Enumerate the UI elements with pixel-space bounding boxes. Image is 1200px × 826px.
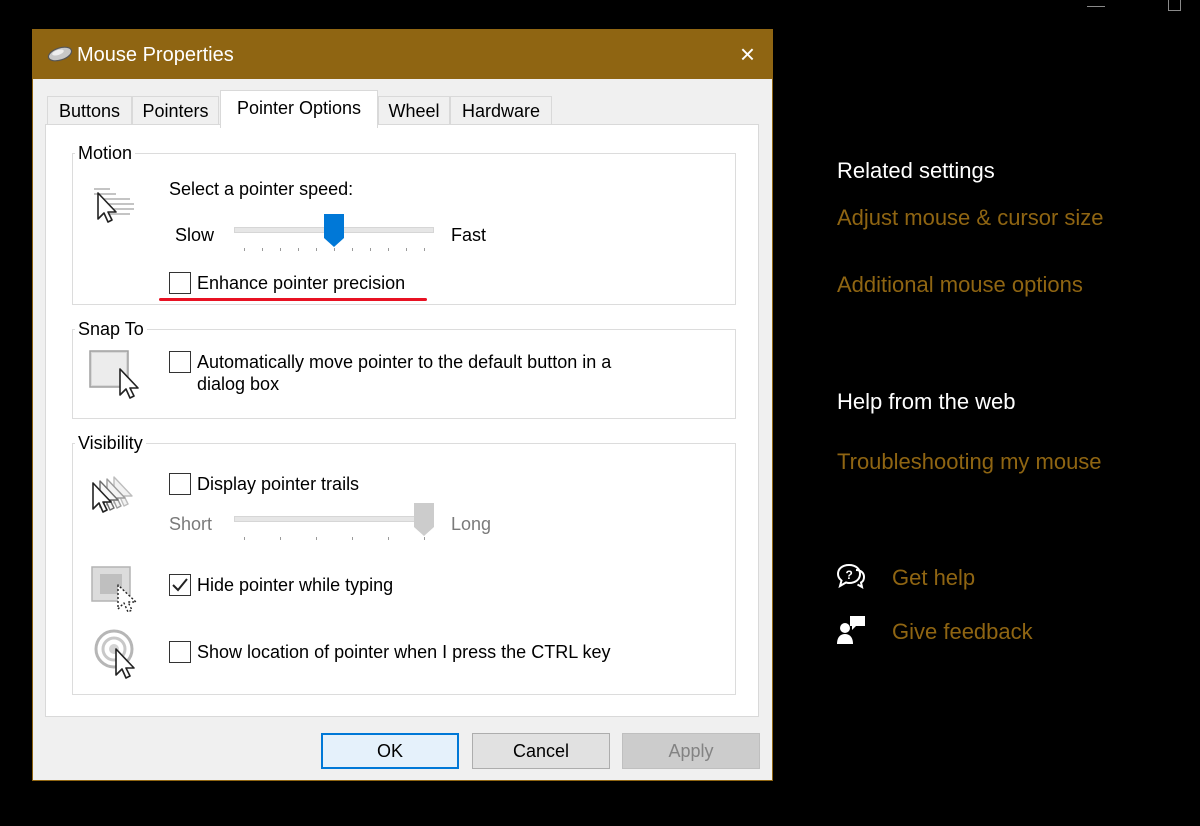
enhance-precision-checkbox[interactable]: [169, 272, 191, 294]
long-label: Long: [451, 514, 492, 534]
slider-tick: [352, 537, 353, 540]
show-location-icon: [94, 629, 135, 679]
tab-label: Pointers: [142, 101, 209, 121]
slider-tick: [370, 248, 371, 251]
pointer-speed-label: Select a pointer speed:: [169, 179, 354, 199]
tab-label: Buttons: [58, 101, 121, 121]
give-feedback-icon: [837, 616, 865, 644]
pointer-trails-ticks: [244, 537, 425, 541]
show-location-checkbox[interactable]: [169, 641, 191, 663]
snap-to-group-label: Snap To: [75, 319, 147, 340]
enhance-precision-label: Enhance pointer precision: [197, 273, 406, 293]
slider-tick: [388, 537, 389, 540]
pointer-trails-checkbox[interactable]: [169, 473, 191, 495]
tab-label: Wheel: [388, 101, 440, 121]
maximize-icon[interactable]: [1168, 0, 1181, 11]
pointer-trails-icon: [92, 476, 133, 513]
short-label: Short: [169, 514, 213, 534]
checkmark-icon: [172, 578, 188, 592]
cancel-button[interactable]: Cancel: [472, 733, 610, 769]
slider-tick: [298, 248, 299, 251]
title-bar[interactable]: Mouse Properties ×: [33, 30, 772, 79]
slider-tick: [244, 248, 245, 251]
close-button[interactable]: ×: [723, 30, 772, 79]
slider-tick: [316, 537, 317, 540]
mouse-icon: [47, 46, 73, 62]
slider-tick: [280, 248, 281, 251]
tab-wheel[interactable]: Wheel: [378, 96, 450, 126]
tab-label: Hardware: [461, 101, 541, 121]
give-feedback-link[interactable]: Give feedback: [892, 619, 1033, 645]
slider-tick: [334, 248, 335, 251]
mouse-properties-dialog: Mouse Properties × Buttons Pointers Poin…: [32, 29, 773, 781]
pointer-trails-thumb[interactable]: [414, 503, 434, 537]
slow-label: Slow: [175, 225, 215, 245]
additional-mouse-options-link[interactable]: Additional mouse options: [837, 272, 1083, 298]
pointer-speed-thumb[interactable]: [324, 214, 344, 248]
tab-hardware[interactable]: Hardware: [450, 96, 552, 126]
visibility-group-label: Visibility: [75, 433, 146, 454]
snap-to-label-line1: Automatically move pointer to the defaul…: [197, 352, 612, 372]
troubleshooting-mouse-link[interactable]: Troubleshooting my mouse: [837, 449, 1102, 475]
hide-pointer-checkbox[interactable]: [169, 574, 191, 596]
tab-label: Pointer Options: [236, 98, 362, 118]
dialog-title: Mouse Properties: [77, 44, 234, 66]
snap-to-label-line2: dialog box: [197, 374, 280, 394]
tab-pointer-options[interactable]: Pointer Options: [220, 90, 378, 128]
show-location-label: Show location of pointer when I press th…: [197, 642, 611, 662]
pointer-options-panel: Motion Select a pointer speed: Slow Fast…: [45, 124, 759, 717]
get-help-icon: ?: [836, 563, 866, 589]
slider-tick: [424, 537, 425, 540]
pointer-speed-icon: [94, 188, 134, 223]
motion-group-label: Motion: [75, 143, 136, 164]
slider-tick: [316, 248, 317, 251]
tab-pointers[interactable]: Pointers: [132, 96, 219, 126]
ok-button[interactable]: OK: [321, 733, 459, 769]
slider-tick: [352, 248, 353, 251]
minimize-icon[interactable]: [1087, 6, 1105, 7]
hide-pointer-label: Hide pointer while typing: [197, 575, 394, 595]
tab-buttons[interactable]: Buttons: [47, 96, 132, 126]
slider-tick: [280, 537, 281, 540]
pointer-trails-track[interactable]: [234, 516, 434, 522]
close-icon: ×: [739, 39, 756, 69]
snap-to-checkbox[interactable]: [169, 351, 191, 373]
adjust-mouse-cursor-size-link[interactable]: Adjust mouse & cursor size: [837, 205, 1104, 231]
pointer-trails-label: Display pointer trails: [197, 474, 360, 494]
slider-tick: [406, 248, 407, 251]
related-settings-heading: Related settings: [837, 158, 995, 183]
pointer-speed-ticks: [244, 248, 425, 252]
fast-label: Fast: [451, 225, 487, 245]
slider-tick: [388, 248, 389, 251]
snap-to-group: [72, 329, 736, 419]
hide-pointer-icon: [91, 566, 137, 613]
slider-tick: [424, 248, 425, 251]
help-from-web-heading: Help from the web: [837, 389, 1016, 414]
get-help-link[interactable]: Get help: [892, 565, 975, 591]
snap-to-button-icon: [89, 350, 139, 399]
svg-text:?: ?: [846, 568, 853, 582]
slider-tick: [262, 248, 263, 251]
highlight-underline: [159, 298, 427, 301]
apply-button[interactable]: Apply: [622, 733, 760, 769]
slider-tick: [244, 537, 245, 540]
